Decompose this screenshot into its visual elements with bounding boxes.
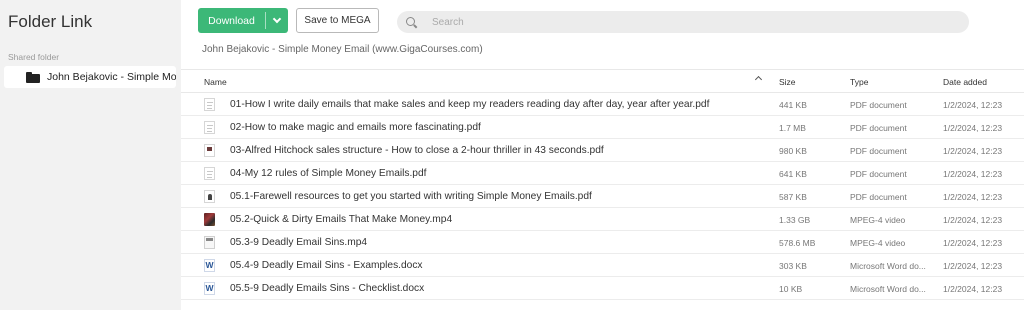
breadcrumb: John Bejakovic - Simple Money Email (www… (202, 44, 483, 55)
pdf-file-icon (204, 121, 215, 134)
file-date: 1/2/2024, 12:23 (943, 146, 1003, 156)
word-file-icon: W (204, 282, 215, 295)
search-bar[interactable] (397, 11, 969, 33)
pdf-file-icon (204, 98, 215, 111)
video-thumbnail-icon (204, 236, 215, 249)
table-row[interactable]: 05.2-Quick & Dirty Emails That Make Mone… (181, 208, 1024, 231)
file-type: Microsoft Word do... (850, 261, 926, 271)
search-icon (406, 16, 417, 28)
file-size: 1.33 GB (779, 215, 811, 225)
sidebar-section-label: Shared folder (8, 52, 60, 62)
table-row[interactable]: 05.3-9 Deadly Email Sins.mp4 578.6 MB MP… (181, 231, 1024, 254)
file-name: 05.2-Quick & Dirty Emails That Make Mone… (230, 214, 453, 225)
word-file-icon: W (204, 259, 215, 272)
table-row[interactable]: 05.1-Farewell resources to get you start… (181, 185, 1024, 208)
file-type: Microsoft Word do... (850, 284, 926, 294)
file-date: 1/2/2024, 12:23 (943, 192, 1003, 202)
file-date: 1/2/2024, 12:23 (943, 215, 1003, 225)
column-header-name[interactable]: Name (204, 77, 227, 87)
table-row[interactable]: 02-How to make magic and emails more fas… (181, 116, 1024, 139)
file-size: 441 KB (779, 100, 807, 110)
save-to-mega-button[interactable]: Save to MEGA (296, 8, 379, 33)
pdf-thumbnail-icon (204, 190, 215, 203)
file-table: Name Size Type Date added 01-How I write… (181, 69, 1024, 300)
pdf-thumbnail-icon (204, 144, 215, 157)
file-size: 1.7 MB (779, 123, 806, 133)
file-size: 980 KB (779, 146, 807, 156)
file-type: MPEG-4 video (850, 215, 906, 225)
table-row[interactable]: 03-Alfred Hitchock sales structure - How… (181, 139, 1024, 162)
download-button-label[interactable]: Download (198, 8, 265, 33)
table-row[interactable]: W 05.4-9 Deadly Email Sins - Examples.do… (181, 254, 1024, 277)
sidebar-title: Folder Link (8, 12, 93, 31)
file-type: PDF document (850, 146, 907, 156)
file-date: 1/2/2024, 12:23 (943, 261, 1003, 271)
pdf-file-icon (204, 167, 215, 180)
table-row[interactable]: 04-My 12 rules of Simple Money Emails.pd… (181, 162, 1024, 185)
column-header-type[interactable]: Type (850, 77, 868, 87)
file-name: 02-How to make magic and emails more fas… (230, 122, 481, 133)
file-name: 04-My 12 rules of Simple Money Emails.pd… (230, 168, 427, 179)
sidebar-folder-item[interactable]: John Bejakovic - Simple Money Email (www… (4, 66, 176, 88)
download-options-button[interactable] (266, 8, 288, 33)
folder-icon (26, 71, 40, 83)
file-type: PDF document (850, 100, 907, 110)
chevron-down-icon (272, 14, 282, 24)
file-type: MPEG-4 video (850, 238, 906, 248)
file-name: 05.4-9 Deadly Email Sins - Examples.docx (230, 260, 423, 271)
file-size: 10 KB (779, 284, 803, 294)
table-row[interactable]: 01-How I write daily emails that make sa… (181, 93, 1024, 116)
download-button[interactable]: Download (198, 8, 288, 33)
search-input[interactable] (432, 16, 952, 28)
file-size: 587 KB (779, 192, 807, 202)
file-date: 1/2/2024, 12:23 (943, 238, 1003, 248)
file-name: 05.1-Farewell resources to get you start… (230, 191, 592, 202)
sidebar-folder-name: John Bejakovic - Simple Money Email (www… (47, 71, 176, 83)
file-name: 01-How I write daily emails that make sa… (230, 99, 710, 110)
file-date: 1/2/2024, 12:23 (943, 100, 1003, 110)
table-header: Name Size Type Date added (181, 69, 1024, 93)
column-header-date[interactable]: Date added (943, 77, 987, 87)
file-name: 05.5-9 Deadly Emails Sins - Checklist.do… (230, 283, 425, 294)
video-thumbnail-icon (204, 213, 215, 226)
file-date: 1/2/2024, 12:23 (943, 169, 1003, 179)
table-row[interactable]: W 05.5-9 Deadly Emails Sins - Checklist.… (181, 277, 1024, 300)
file-type: PDF document (850, 169, 907, 179)
file-type: PDF document (850, 192, 907, 202)
file-size: 303 KB (779, 261, 807, 271)
file-date: 1/2/2024, 12:23 (943, 284, 1003, 294)
file-size: 641 KB (779, 169, 807, 179)
file-name: 03-Alfred Hitchock sales structure - How… (230, 145, 604, 156)
main-panel: Download Save to MEGA John Bejakovic - S… (181, 0, 1024, 310)
sort-ascending-icon[interactable] (754, 75, 763, 84)
file-date: 1/2/2024, 12:23 (943, 123, 1003, 133)
sidebar: Folder Link Shared folder John Bejakovic… (0, 0, 181, 310)
file-name: 05.3-9 Deadly Email Sins.mp4 (230, 237, 368, 248)
column-header-size[interactable]: Size (779, 77, 796, 87)
file-size: 578.6 MB (779, 238, 816, 248)
file-type: PDF document (850, 123, 907, 133)
